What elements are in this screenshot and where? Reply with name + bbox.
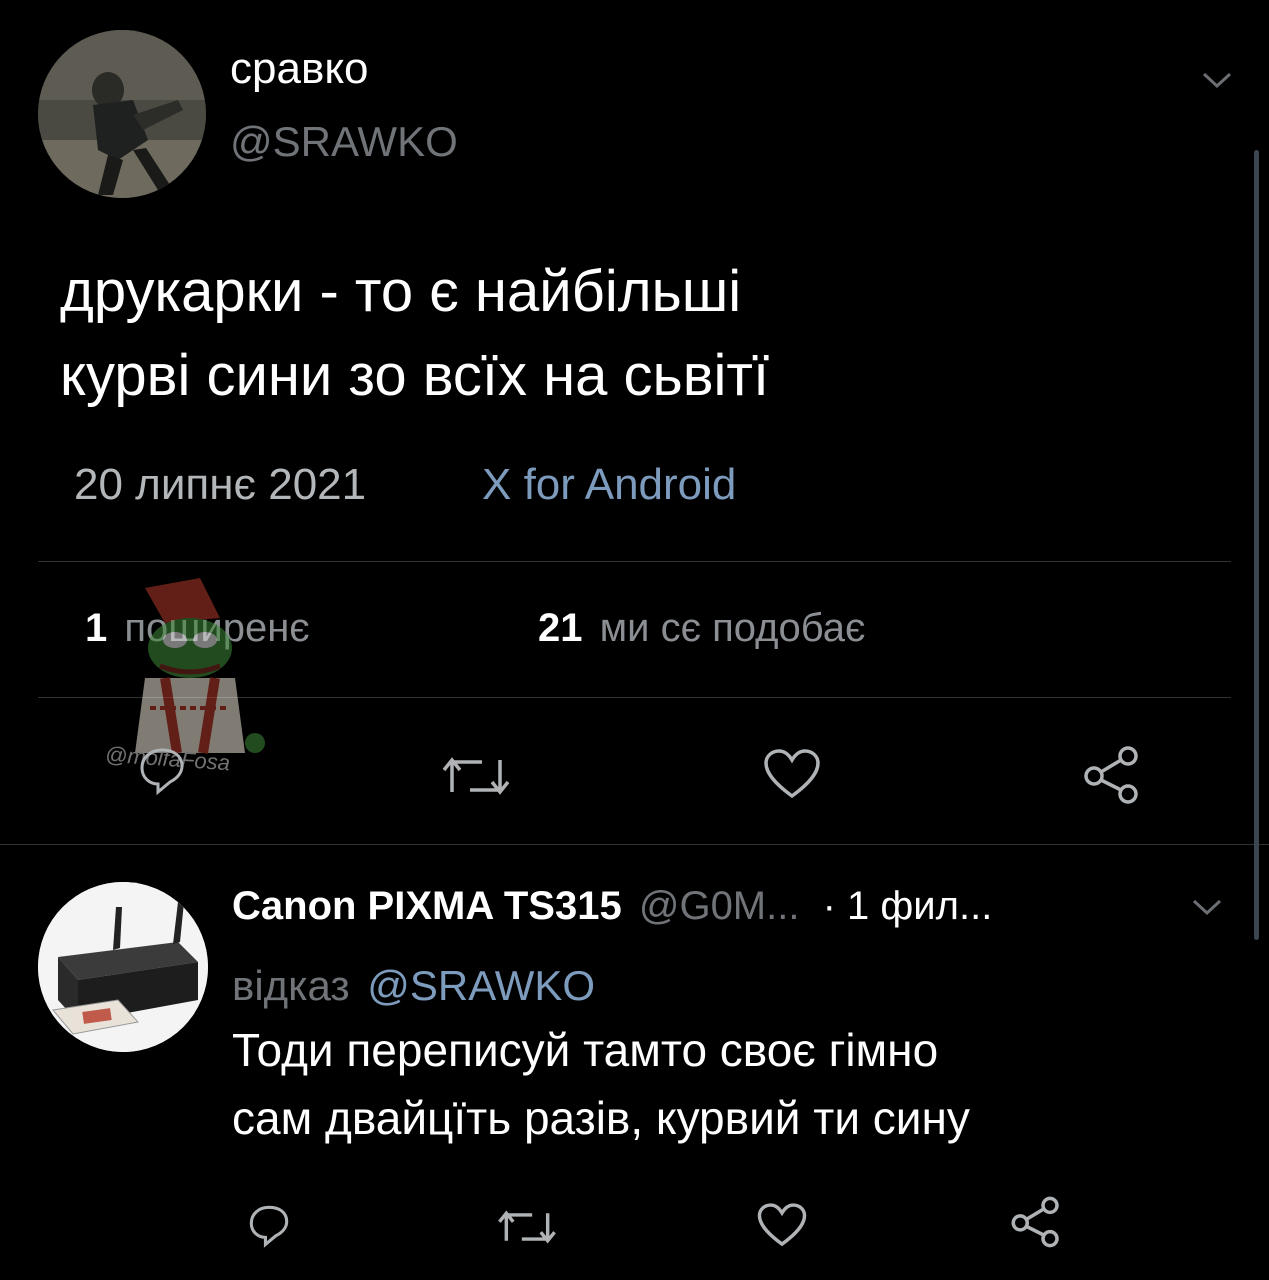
divider: [0, 844, 1269, 845]
retweets-count: 1: [85, 606, 108, 650]
reply-text-line: Тоди переписуй тамто своє гімно: [232, 1024, 939, 1076]
tweet-date[interactable]: 20 липнє 2021: [74, 460, 366, 510]
reply-to-link[interactable]: @SRAWKO: [367, 962, 595, 1009]
author-name[interactable]: сравко: [230, 44, 369, 94]
tweet-client-link[interactable]: X for Android: [482, 460, 736, 510]
retweet-icon[interactable]: [440, 752, 512, 800]
watermark-sticker: @molfaFosa: [104, 578, 275, 775]
likes-stat[interactable]: 21 ми сє подобає: [538, 606, 865, 651]
author-avatar-image: [38, 30, 206, 198]
reply-to-line: відказ @SRAWKO: [232, 962, 595, 1010]
scrollbar[interactable]: [1254, 150, 1259, 940]
reply-share-icon[interactable]: [1008, 1196, 1064, 1248]
printer-icon: [38, 882, 208, 1052]
speech-bubble-icon[interactable]: [136, 744, 188, 796]
divider: [38, 561, 1231, 562]
tweet-text-line: друкарки - то є найбільші: [60, 259, 742, 324]
reply-prefix: відказ: [232, 962, 350, 1009]
reply-avatar[interactable]: [38, 882, 208, 1052]
reply-retweet-icon[interactable]: [496, 1206, 558, 1248]
reply-chevron-down-icon[interactable]: [1190, 895, 1224, 919]
author-handle[interactable]: @SRAWKO: [230, 118, 458, 166]
reply-time[interactable]: · 1 фил...: [823, 884, 993, 928]
likes-label: ми сє подобає: [599, 606, 866, 650]
reply-text-line: сам двайцїть разів, курвий ти сину: [232, 1092, 970, 1144]
heart-icon[interactable]: [762, 748, 822, 800]
pepe-icon: [135, 578, 265, 754]
reply-speech-bubble-icon[interactable]: [246, 1202, 292, 1248]
author-avatar[interactable]: [38, 30, 206, 198]
reply-heart-icon[interactable]: [756, 1202, 808, 1248]
tweet-text-line: курві сини зо всїх на сьвітї: [60, 343, 770, 408]
tweet-text: друкарки - то є найбільші курві сини зо …: [60, 250, 769, 418]
reply-author-handle[interactable]: @G0M...: [639, 884, 800, 928]
chevron-down-icon[interactable]: [1200, 68, 1234, 92]
likes-count: 21: [538, 606, 583, 650]
reply-text: Тоди переписуй тамто своє гімно сам двай…: [232, 1016, 970, 1152]
reply-author-name[interactable]: Canon PIXMA TS315: [232, 884, 622, 928]
share-icon[interactable]: [1080, 746, 1144, 804]
reply-header: Canon PIXMA TS315 @G0M... · 1 фил...: [232, 884, 992, 929]
